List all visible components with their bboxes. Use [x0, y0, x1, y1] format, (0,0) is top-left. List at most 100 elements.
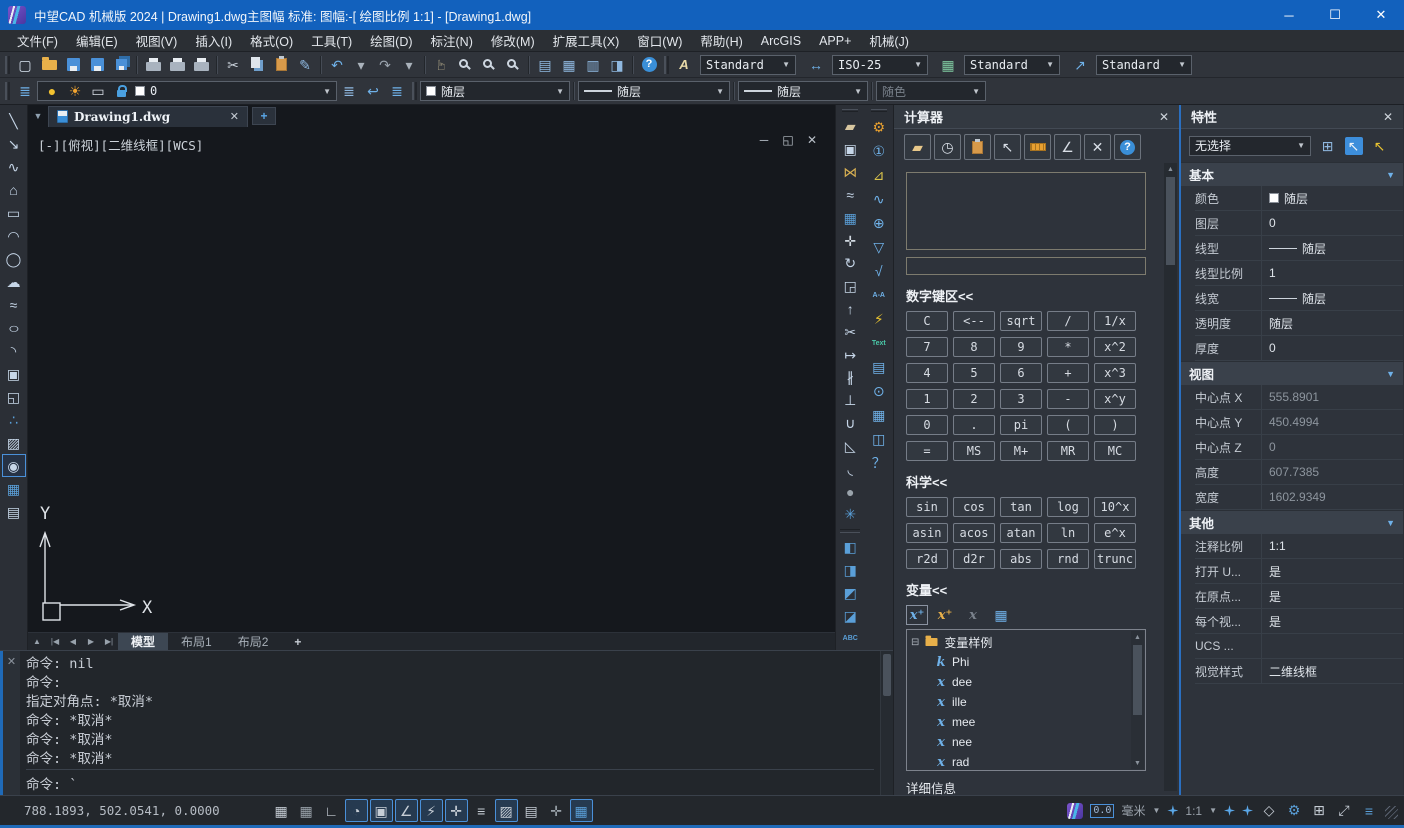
calc-key-log[interactable]: log	[1047, 497, 1089, 517]
curve-fit-button[interactable]: ∿	[866, 187, 891, 211]
annotation-visibility-icon[interactable]	[1224, 805, 1235, 816]
new-variable-button[interactable]: x⁺	[906, 605, 928, 625]
tree-scrollbar[interactable]: ▲▼	[1131, 631, 1144, 769]
menu-tools[interactable]: 工具(T)	[302, 30, 361, 51]
annotation-scale-icon[interactable]	[1167, 805, 1178, 816]
command-scrollbar[interactable]	[880, 651, 893, 795]
construction-line-tool[interactable]: ↘	[2, 132, 26, 155]
calc-key-9[interactable]: 9	[1000, 337, 1042, 357]
new-drawing-button[interactable]: +	[252, 107, 276, 125]
calc-key-r2d[interactable]: r2d	[906, 549, 948, 569]
hardware-acceleration-icon[interactable]: ⊞	[1310, 802, 1328, 819]
sheet-copy-button[interactable]: ◫	[866, 427, 891, 451]
text-to-front-button[interactable]: ABC	[838, 627, 863, 650]
help-button[interactable]	[637, 54, 661, 76]
menu-file[interactable]: 文件(F)	[8, 30, 67, 51]
full-screen-icon[interactable]: ⤢	[1335, 802, 1353, 819]
arc-tool[interactable]: ◠	[2, 224, 26, 247]
menu-dimension[interactable]: 标注(N)	[422, 30, 482, 51]
calc-key-5[interactable]: 5	[953, 363, 995, 383]
calc-key-=[interactable]: =	[906, 441, 948, 461]
selection-cycling-toggle[interactable]: ✛	[545, 799, 568, 822]
mech-help-button[interactable]: ？	[866, 451, 891, 475]
calc-key-M+[interactable]: M+	[1000, 441, 1042, 461]
properties-close-button[interactable]: ✕	[1383, 110, 1393, 124]
minimize-button[interactable]: ─	[1266, 0, 1312, 30]
calc-key-<--[interactable]: <--	[953, 311, 995, 331]
calc-key-4[interactable]: 4	[906, 363, 948, 383]
calculator-history-box[interactable]	[906, 172, 1146, 250]
toolbar-grip[interactable]	[664, 56, 669, 74]
calc-key-x^2[interactable]: x^2	[1094, 337, 1136, 357]
calc-key--[interactable]: -	[1047, 389, 1089, 409]
dimension-style-button[interactable]: ↔	[804, 54, 828, 76]
copy-object-button[interactable]: ▣	[838, 138, 863, 161]
publish-button[interactable]	[189, 54, 213, 76]
lineweight-display-toggle[interactable]: ≡	[470, 799, 493, 822]
calculator-scrollbar-thumb[interactable]	[1166, 177, 1175, 265]
calc-paste-button[interactable]	[964, 134, 991, 160]
surface-finish-button[interactable]: √	[866, 259, 891, 283]
send-to-back-button[interactable]: ◨	[838, 559, 863, 582]
command-history[interactable]: 命令: nil命令:指定对角点: *取消*命令: *取消*命令: *取消*命令:…	[20, 651, 880, 795]
calc-measure-distance-button[interactable]	[1024, 134, 1051, 160]
toolbar-grip[interactable]	[412, 82, 417, 100]
bring-above-button[interactable]: ◩	[838, 581, 863, 604]
tree-scrollbar-thumb[interactable]	[1133, 645, 1142, 715]
calc-key-sqrt[interactable]: sqrt	[1000, 311, 1042, 331]
rotate-button[interactable]: ↻	[838, 252, 863, 275]
mirror-button[interactable]: ⋈	[838, 161, 863, 184]
layout-nav-up-icon[interactable]: ▲	[28, 633, 46, 650]
chevron-down-icon[interactable]: ▼	[1209, 806, 1217, 815]
calc-key-.[interactable]: .	[953, 415, 995, 435]
line-tool[interactable]: ╲	[2, 109, 26, 132]
save-button[interactable]	[61, 54, 85, 76]
zoom-window-button[interactable]	[477, 54, 501, 76]
calc-key-+[interactable]: +	[1047, 363, 1089, 383]
calc-help-button[interactable]	[1114, 134, 1141, 160]
menu-app-plus[interactable]: APP+	[810, 30, 860, 51]
calc-history-button[interactable]: ◷	[934, 134, 961, 160]
calc-get-coordinates-button[interactable]: ↖	[994, 134, 1021, 160]
explode-button[interactable]: ✳	[838, 503, 863, 526]
table-tool[interactable]: ▦	[2, 477, 26, 500]
drawing-canvas[interactable]: ▼ Drawing1.dwg ✕ + [-][俯视][二维线框][WCS] ─ …	[28, 105, 835, 650]
menu-modify[interactable]: 修改(M)	[482, 30, 544, 51]
spline-tool[interactable]: ≈	[2, 293, 26, 316]
multileader-style-button[interactable]: ↗	[1068, 54, 1092, 76]
section-header-other[interactable]: 其他▼	[1181, 510, 1403, 534]
prop-value[interactable]	[1261, 634, 1403, 658]
open-button[interactable]	[37, 54, 61, 76]
zoom-realtime-button[interactable]	[453, 54, 477, 76]
stretch-button[interactable]: ↑	[838, 298, 863, 321]
command-close-button[interactable]: ✕	[7, 655, 16, 795]
text-tool-button[interactable]: Text	[866, 331, 891, 355]
offset-button[interactable]: ≈	[838, 183, 863, 206]
edit-variable-button[interactable]: x⁺	[934, 605, 956, 625]
menu-mechanical[interactable]: 机械(J)	[860, 30, 918, 51]
calc-key-1/x[interactable]: 1/x	[1094, 311, 1136, 331]
polygon-tool[interactable]: ⌂	[2, 178, 26, 201]
menu-format[interactable]: 格式(O)	[241, 30, 302, 51]
section-header-basic[interactable]: 基本▼	[1181, 162, 1403, 186]
donut-tool[interactable]: ◉	[2, 454, 26, 477]
menu-help[interactable]: 帮助(H)	[691, 30, 751, 51]
extend-button[interactable]: ↦	[838, 343, 863, 366]
text-style-select[interactable]: Standard▼	[700, 55, 796, 75]
calc-key-e^x[interactable]: e^x	[1094, 523, 1136, 543]
calc-key-C[interactable]: C	[906, 311, 948, 331]
transparency-display-toggle[interactable]: ▨	[495, 799, 518, 822]
variable-item[interactable]: xmee	[911, 712, 1129, 732]
send-under-button[interactable]: ◪	[838, 604, 863, 627]
grid-display-toggle[interactable]: ▦	[270, 799, 293, 822]
hatch-tool[interactable]: ▨	[2, 431, 26, 454]
layout-nav-first-icon[interactable]: |◀	[46, 633, 64, 650]
color-select[interactable]: 随层▼	[420, 81, 570, 101]
gear-icon[interactable]: ⚙	[1285, 802, 1303, 819]
calc-intersection-button[interactable]: ✕	[1084, 134, 1111, 160]
toolbar-drag-handle[interactable]	[842, 109, 858, 112]
redo-button[interactable]: ↷	[373, 54, 397, 76]
erase-button[interactable]: ▰	[838, 115, 863, 138]
linetype-select[interactable]: 随层▼	[578, 81, 730, 101]
variable-item[interactable]: xille	[911, 692, 1129, 712]
